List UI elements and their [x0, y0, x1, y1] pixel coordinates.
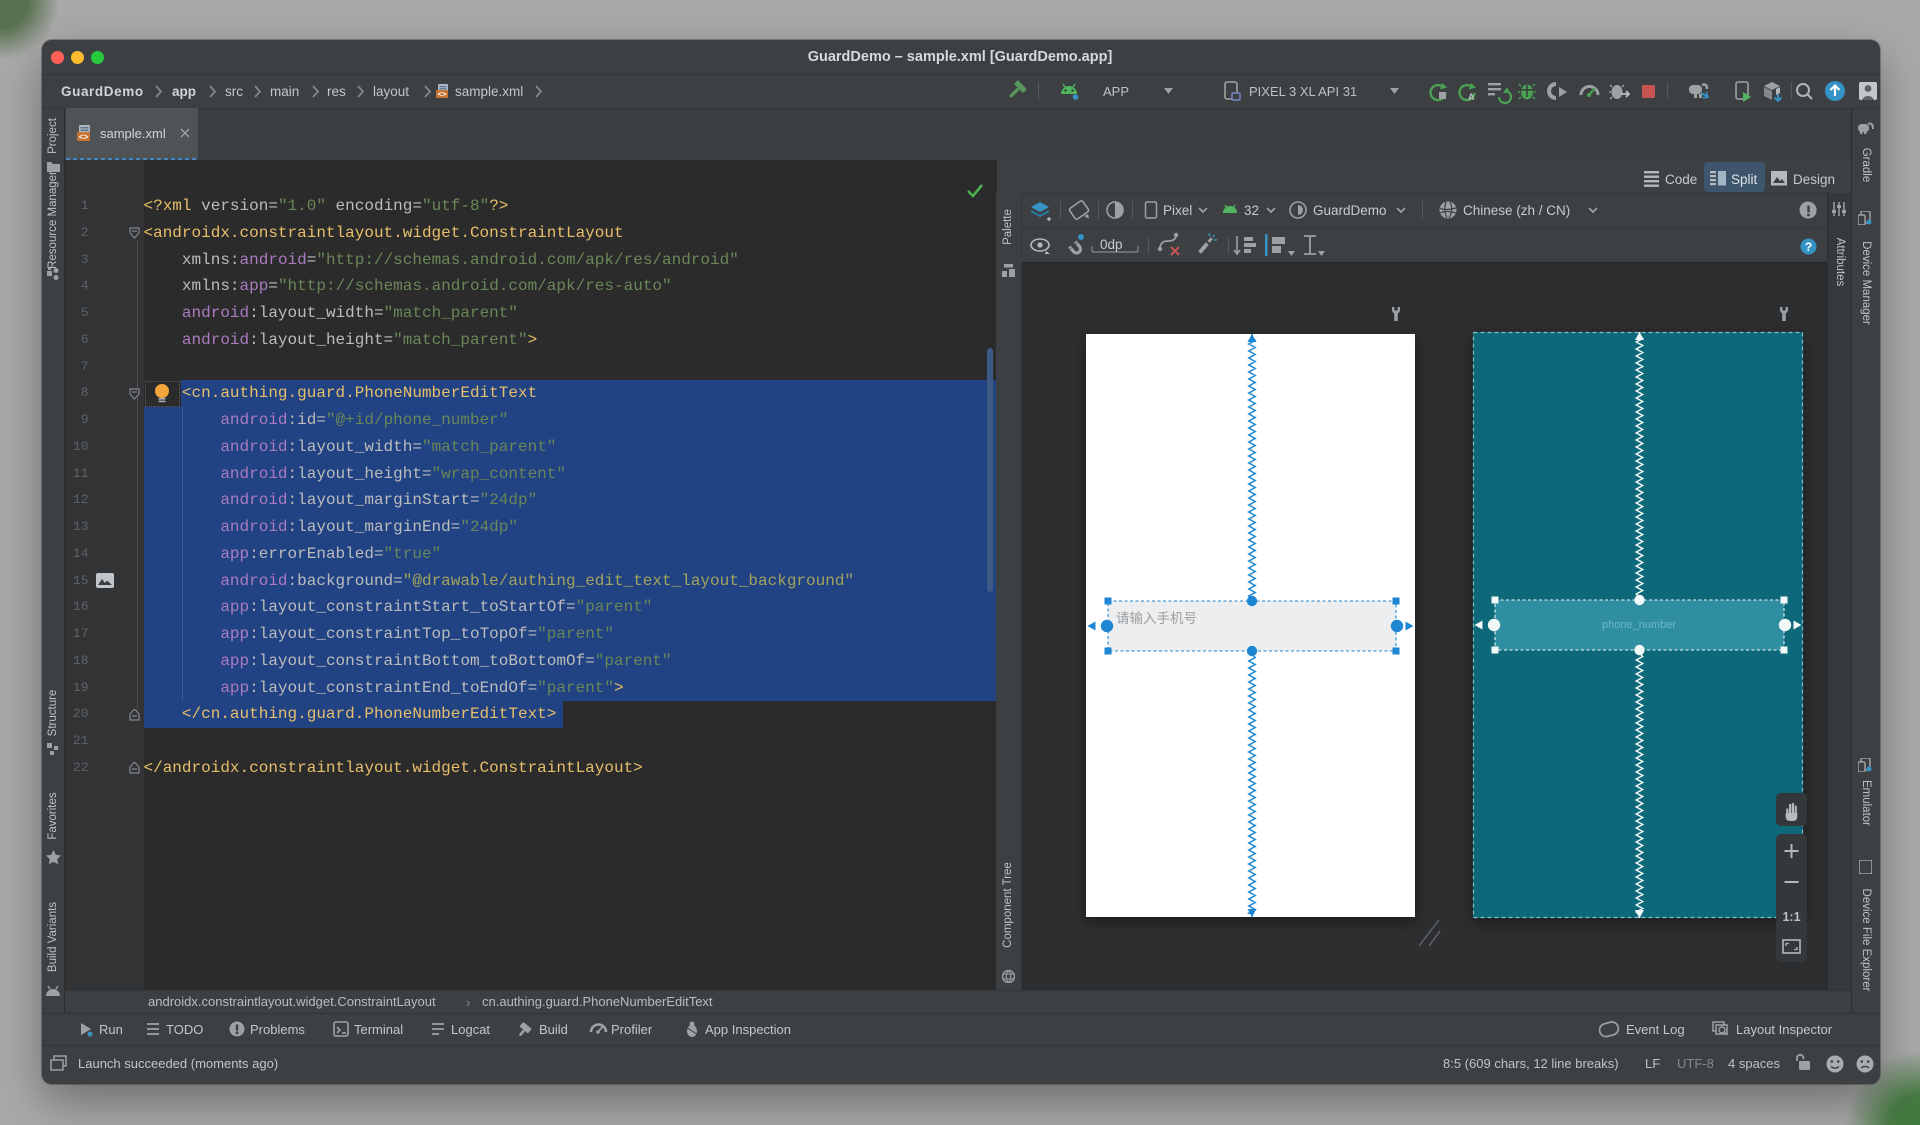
svg-text:Run: Run — [99, 1022, 123, 1037]
svg-text:Chinese (zh / CN): Chinese (zh / CN) — [1463, 203, 1570, 218]
svg-text:Terminal: Terminal — [354, 1022, 403, 1037]
svg-text:32: 32 — [1244, 203, 1259, 218]
svg-text:1:1: 1:1 — [1782, 910, 1800, 924]
svg-text:Layout Inspector: Layout Inspector — [1736, 1022, 1833, 1037]
svg-text:PIXEL 3 XL API 31: PIXEL 3 XL API 31 — [1249, 84, 1357, 99]
svg-text:APP: APP — [1103, 84, 1129, 99]
svg-text:Event Log: Event Log — [1626, 1022, 1685, 1037]
svg-text:Pixel: Pixel — [1163, 203, 1192, 218]
svg-text:Problems: Problems — [250, 1022, 305, 1037]
svg-text:Design: Design — [1793, 172, 1835, 187]
svg-text:TODO: TODO — [166, 1022, 203, 1037]
svg-text:<>: <> — [79, 133, 89, 142]
svg-text:Profiler: Profiler — [611, 1022, 653, 1037]
svg-text:<>: <> — [437, 92, 447, 99]
svg-text:Build: Build — [539, 1022, 568, 1037]
svg-text:Code: Code — [1665, 172, 1697, 187]
svg-text:App Inspection: App Inspection — [705, 1022, 791, 1037]
svg-text:?: ? — [1805, 240, 1812, 254]
svg-text:Logcat: Logcat — [451, 1022, 490, 1037]
svg-text:GuardDemo: GuardDemo — [1313, 203, 1387, 218]
svg-text:Split: Split — [1731, 172, 1758, 187]
svg-text:A: A — [1468, 92, 1475, 102]
svg-text:0dp: 0dp — [1100, 237, 1123, 252]
